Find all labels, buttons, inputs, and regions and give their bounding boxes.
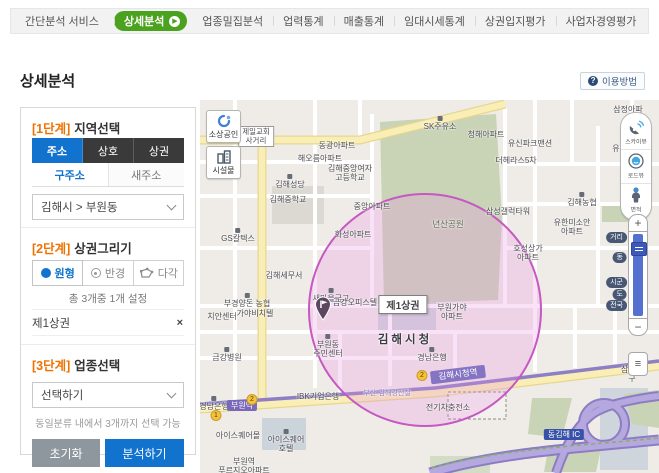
- analyze-button[interactable]: 분석하기: [105, 439, 184, 467]
- draw-tool-label: 반경: [105, 265, 125, 281]
- nav-item-4[interactable]: 매출통계: [334, 9, 394, 33]
- map-right-controls: 스카이뷰로드뷰면적: [620, 112, 652, 221]
- facility-building-icon: [216, 150, 232, 164]
- map-art: [200, 100, 659, 473]
- chevron-down-icon: [167, 389, 177, 399]
- draw-tool-2[interactable]: 다각: [133, 260, 184, 286]
- top-navigation: 간단분석 서비스 상세분석 ▶ 업종밀집분석 업력통계 매출통계 임대시세통계 상권입지평가 사…: [10, 8, 649, 34]
- reset-button[interactable]: 초기화: [32, 439, 100, 467]
- nav-item-label: 상권입지평가: [485, 13, 546, 29]
- map-layer-button-1[interactable]: 시설물: [206, 146, 241, 179]
- map-view-control-2[interactable]: 면적: [621, 183, 651, 217]
- merchant-swirl-icon: [216, 114, 232, 128]
- nav-item-label: 상세분석: [124, 13, 164, 29]
- nav-item-label: 간단분석 서비스: [25, 13, 99, 29]
- nav-item-5[interactable]: 임대시세통계: [394, 9, 475, 33]
- tab-2[interactable]: 상권: [134, 138, 184, 163]
- section-divider: [21, 344, 195, 345]
- help-button[interactable]: ? 이용방법: [580, 72, 645, 90]
- nav-item-7[interactable]: 사업자경영평가: [556, 9, 647, 33]
- circle-tool-icon: [41, 268, 51, 278]
- zoom-control: + −: [628, 214, 648, 336]
- address-type-subtabs: 구주소새주소: [32, 163, 184, 187]
- section-divider: [21, 227, 195, 228]
- step1-badge: [1단계]: [32, 118, 70, 137]
- map-layer-button-label: 시설물: [212, 165, 234, 176]
- nav-item-0[interactable]: 간단분석 서비스: [15, 9, 109, 33]
- nav-item-3[interactable]: 업력통계: [273, 9, 333, 33]
- industry-select-value: 선택하기: [41, 387, 83, 403]
- map-view-control-label: 면적: [631, 205, 642, 214]
- map-layer-button-label: 소상공인: [209, 129, 238, 140]
- industry-select[interactable]: 선택하기: [32, 382, 184, 408]
- area-person-icon: [630, 187, 642, 203]
- region-select-value: 김해시 > 부원동: [41, 199, 118, 215]
- remove-area-button[interactable]: ×: [176, 317, 184, 329]
- tab-1[interactable]: 상호: [83, 138, 134, 163]
- draw-tool-1[interactable]: 반경: [82, 260, 133, 286]
- page-title: 상세분석: [20, 70, 75, 91]
- step2-header: [2단계] 상권그리기: [32, 236, 184, 258]
- subtab-1[interactable]: 새주소: [108, 163, 185, 186]
- step1-header: [1단계] 지역선택: [32, 116, 184, 138]
- nav-active-arrow-icon: ▶: [169, 16, 180, 27]
- tab-0[interactable]: 주소: [32, 138, 83, 163]
- nav-item-1[interactable]: 상세분석 ▶: [114, 11, 187, 31]
- step2-title: 상권그리기: [74, 238, 132, 257]
- step3-header: [3단계] 업종선택: [32, 353, 184, 375]
- pin-marker-icon[interactable]: [314, 296, 332, 326]
- nav-item-2[interactable]: 업종밀집분석: [192, 9, 273, 33]
- draw-tool-0[interactable]: 원형: [32, 260, 83, 286]
- draw-tool-buttons: 원형 반경 다각: [32, 260, 184, 286]
- draw-tool-label: 원형: [55, 265, 75, 281]
- page-header: 상세분석 ? 이용방법: [20, 70, 645, 91]
- address-search-tabs: 주소상호상권: [32, 138, 184, 163]
- zoom-slider-handle[interactable]: [631, 242, 647, 256]
- subtab-0[interactable]: 구주소: [32, 163, 108, 186]
- panel-footer: 초기화 분석하기: [32, 439, 184, 467]
- legend-button[interactable]: ≡: [628, 352, 648, 376]
- nav-item-label: 업종밀집분석: [202, 13, 263, 29]
- step2-badge: [2단계]: [32, 238, 70, 257]
- roadview-pegman-icon: [628, 153, 644, 169]
- area-count-text: 총 3개중 1개 설정: [32, 291, 184, 305]
- map-view-control-label: 스카이뷰: [625, 137, 647, 146]
- analysis-panel: [1단계] 지역선택 주소상호상권 구주소새주소 김해시 > 부원동 [2단계]…: [20, 107, 196, 455]
- nav-item-label: 임대시세통계: [404, 13, 465, 29]
- map-view-control-1[interactable]: 로드뷰: [621, 149, 651, 183]
- trade-area-item: 제1상권 ×: [32, 309, 184, 336]
- radius-tool-icon: [91, 268, 101, 278]
- region-select[interactable]: 김해시 > 부원동: [32, 194, 184, 220]
- nav-item-6[interactable]: 상권입지평가: [475, 9, 556, 33]
- map-layer-button-0[interactable]: 소상공인: [206, 110, 241, 143]
- nav-item-label: 업력통계: [283, 13, 323, 29]
- trade-area-name: 제1상권: [32, 315, 70, 331]
- selected-area-label: 제1상권: [378, 295, 427, 314]
- nav-item-label: 매출통계: [344, 13, 384, 29]
- step1-title: 지역선택: [74, 118, 120, 137]
- zoom-out-button[interactable]: −: [628, 318, 648, 336]
- help-button-label: 이용방법: [602, 74, 637, 88]
- step3-title: 업종선택: [74, 355, 120, 374]
- draw-tool-label: 다각: [158, 265, 178, 281]
- skyview-dish-icon: [627, 119, 645, 135]
- map-canvas[interactable]: 삼정아파트제일교회 사거리SK주유소동광아파트해오름아파트유진크레센트유신파크맨…: [200, 100, 659, 473]
- zoom-slider[interactable]: [628, 232, 648, 318]
- zoom-in-button[interactable]: +: [628, 214, 648, 232]
- chevron-down-icon: [167, 201, 177, 211]
- question-icon: ?: [588, 76, 598, 86]
- map-view-control-label: 로드뷰: [628, 171, 644, 180]
- industry-note: 동일분류 내에서 3개까지 선택 가능: [32, 415, 184, 428]
- polygon-tool-icon: [139, 267, 154, 279]
- nav-item-label: 사업자경영평가: [566, 13, 637, 29]
- screen: 간단분석 서비스상세분석▶업종밀집분석업력통계매출통계임대시세통계상권입지평가사…: [0, 0, 659, 473]
- step3-badge: [3단계]: [32, 355, 70, 374]
- map-view-control-0[interactable]: 스카이뷰: [621, 116, 651, 149]
